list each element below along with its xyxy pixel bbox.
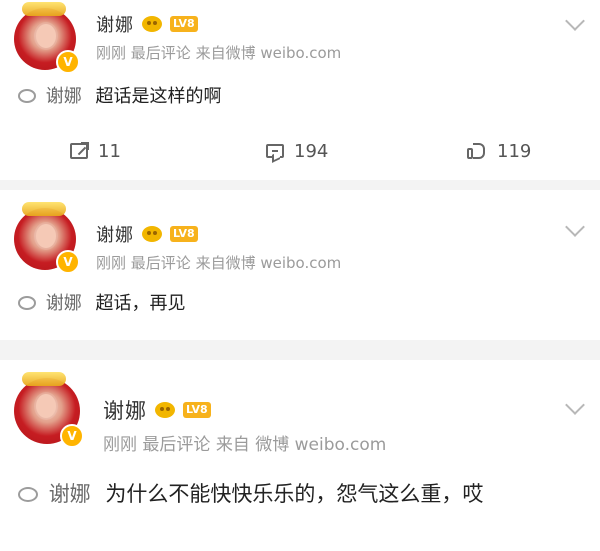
avatar-crown [22, 372, 66, 386]
avatar[interactable]: V [14, 2, 80, 74]
post-text: 超话，再见 [95, 293, 186, 314]
verified-badge-icon: V [56, 50, 80, 74]
weibo-post: V 谢娜 LV8 刚刚 最后评论 来自 微博 weibo.com 谢娜 为什么不… [0, 360, 600, 551]
topic-icon [18, 89, 36, 103]
chevron-down-icon[interactable] [565, 395, 585, 415]
like-button[interactable]: 119 [467, 134, 531, 168]
chevron-down-icon[interactable] [565, 11, 585, 31]
post-text: 为什么不能快快乐乐的，怨气这么重，哎 [105, 482, 484, 506]
post-content: 谢娜 为什么不能快快乐乐的，怨气这么重，哎 [18, 477, 582, 513]
post-content: 谢娜 超话，再见 [18, 290, 582, 317]
chevron-down-icon[interactable] [565, 217, 585, 237]
username[interactable]: 谢娜 [103, 395, 147, 425]
topic-icon [18, 296, 36, 310]
verified-badge-icon: V [56, 250, 80, 274]
post-meta: 谢娜 LV8 刚刚 最后评论 来自微博 weibo.com [96, 220, 540, 273]
weibo-post: V 谢娜 LV8 刚刚 最后评论 来自微博 weibo.com 谢娜 超话，再见 [0, 190, 600, 340]
avatar-face [36, 24, 56, 48]
avatar-face [36, 224, 56, 248]
emoji-badge-icon [142, 226, 162, 242]
like-icon [467, 142, 487, 160]
avatar-crown [22, 2, 66, 16]
avatar-face [36, 394, 56, 418]
level-badge-icon: LV8 [183, 402, 211, 418]
post-content: 谢娜 超话是这样的啊 [18, 83, 582, 110]
post-meta: 谢娜 LV8 刚刚 最后评论 来自微博 weibo.com [96, 10, 540, 63]
topic-label: 谢娜 [48, 482, 91, 506]
post-subinfo: 刚刚 最后评论 来自微博 weibo.com [96, 252, 540, 273]
avatar-crown [22, 202, 66, 216]
level-badge-icon: LV8 [170, 226, 198, 242]
post-meta: 谢娜 LV8 刚刚 最后评论 来自 微博 weibo.com [103, 396, 540, 455]
post-text: 超话是这样的啊 [95, 86, 222, 107]
name-row: 谢娜 LV8 [103, 396, 540, 424]
name-row: 谢娜 LV8 [96, 10, 540, 38]
repost-icon [70, 143, 88, 159]
last-comment-label: 最后评论 [142, 435, 211, 455]
comment-button[interactable]: 194 [266, 134, 328, 168]
verified-badge-icon: V [60, 424, 84, 448]
emoji-badge-icon [142, 16, 162, 32]
post-subinfo: 刚刚 最后评论 来自 微博 weibo.com [103, 430, 540, 455]
post-time: 刚刚 [103, 435, 137, 455]
topic-tag[interactable]: 谢娜 [18, 293, 87, 314]
weibo-feed: V 谢娜 LV8 刚刚 最后评论 来自微博 weibo.com 谢娜 超话是这样… [0, 0, 600, 551]
level-badge-icon: LV8 [170, 16, 198, 32]
name-row: 谢娜 LV8 [96, 220, 540, 248]
post-time: 刚刚 [96, 44, 127, 62]
username[interactable]: 谢娜 [96, 11, 134, 37]
comment-count: 194 [294, 140, 329, 162]
topic-label: 谢娜 [45, 293, 82, 314]
post-actions: 11 194 119 [0, 134, 600, 168]
comment-icon [266, 144, 284, 158]
topic-tag[interactable]: 谢娜 [18, 86, 87, 107]
repost-count: 11 [98, 140, 121, 162]
weibo-post: V 谢娜 LV8 刚刚 最后评论 来自微博 weibo.com 谢娜 超话是这样… [0, 0, 600, 180]
topic-tag[interactable]: 谢娜 [18, 482, 97, 506]
last-comment-label: 最后评论 [130, 44, 191, 62]
repost-button[interactable]: 11 [70, 134, 121, 168]
username[interactable]: 谢娜 [96, 221, 134, 247]
topic-label: 谢娜 [45, 86, 82, 107]
like-count: 119 [497, 140, 532, 162]
post-source: 来自微博 weibo.com [195, 254, 342, 272]
avatar[interactable]: V [14, 372, 84, 448]
post-source: 来自微博 weibo.com [195, 44, 342, 62]
post-subinfo: 刚刚 最后评论 来自微博 weibo.com [96, 42, 540, 63]
emoji-badge-icon [155, 402, 175, 418]
post-source: 来自 微博 weibo.com [215, 435, 387, 455]
topic-icon [18, 486, 38, 502]
last-comment-label: 最后评论 [130, 254, 191, 272]
avatar[interactable]: V [14, 202, 80, 274]
post-time: 刚刚 [96, 254, 127, 272]
